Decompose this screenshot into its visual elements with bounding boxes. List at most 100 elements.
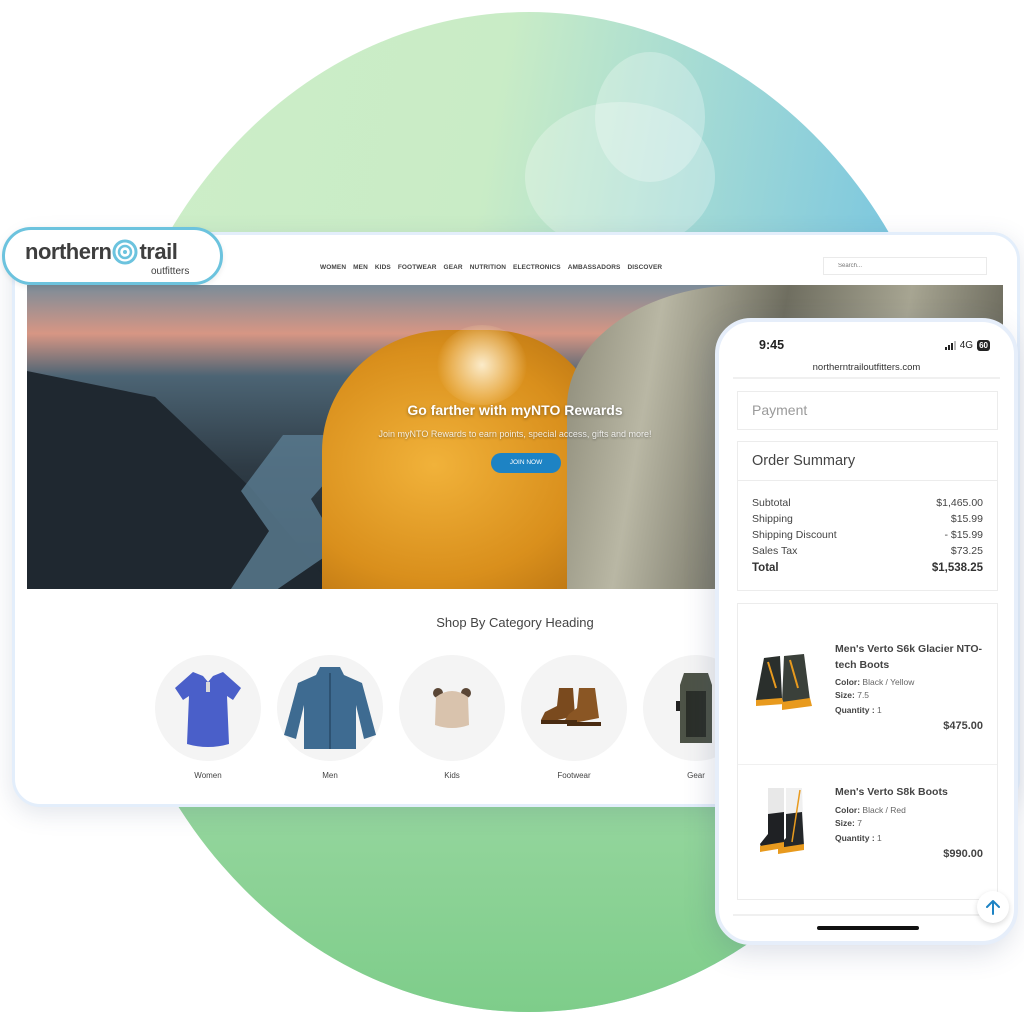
divider	[738, 480, 997, 481]
summary-row-sales-tax: Sales Tax $73.25	[752, 543, 983, 559]
summary-row-shipping: Shipping $15.99	[752, 511, 983, 527]
category-women[interactable]: Women	[155, 655, 261, 780]
summary-rows: Subtotal $1,465.00 Shipping $15.99 Shipp…	[752, 495, 983, 577]
category-image	[155, 655, 261, 761]
summary-row-shipping-discount: Shipping Discount - $15.99	[752, 527, 983, 543]
item-size-value: 7.5	[857, 690, 870, 700]
logo-text-trail: trail	[139, 239, 178, 264]
item-name: Men's Verto S6k Glacier NTO-tech Boots	[835, 643, 983, 671]
category-label: Women	[194, 771, 222, 780]
item-size-label: Size:	[835, 818, 855, 828]
nav-footwear[interactable]: FOOTWEAR	[398, 264, 437, 271]
scroll-to-top-button[interactable]	[977, 891, 1009, 923]
boot-yellow-image	[756, 654, 812, 710]
boots-icon	[541, 688, 601, 726]
item-size-label: Size:	[835, 690, 855, 700]
status-time: 9:45	[759, 338, 785, 352]
category-list: Women Men Kids Footwear Gear	[155, 655, 749, 780]
summary-row-total: Total $1,538.25	[752, 559, 983, 577]
category-label: Kids	[444, 771, 460, 780]
summary-value: $73.25	[950, 545, 983, 557]
beanie-icon	[433, 688, 471, 728]
hero-sun	[437, 325, 527, 405]
order-summary: Order Summary Subtotal $1,465.00 Shippin…	[737, 441, 998, 591]
divider	[733, 914, 1000, 916]
nav-discover[interactable]: DISCOVER	[627, 264, 662, 271]
logo-swirl-icon	[112, 239, 138, 265]
cloud-decoration	[525, 102, 715, 252]
item-color-value: Black / Red	[862, 805, 906, 815]
summary-label: Subtotal	[752, 497, 791, 509]
item-color-value: Black / Yellow	[862, 677, 915, 687]
item-size-value: 7	[857, 818, 862, 828]
category-kids[interactable]: Kids	[399, 655, 505, 780]
order-summary-title: Order Summary	[752, 453, 856, 469]
nav-men[interactable]: MEN	[353, 264, 368, 271]
main-nav: WOMEN MEN KIDS FOOTWEAR GEAR NUTRITION E…	[320, 264, 662, 271]
search-input[interactable]	[823, 257, 987, 275]
join-now-button[interactable]: JOIN NOW	[491, 453, 561, 473]
brand-logo[interactable]: northern trail outfitters	[2, 227, 223, 285]
payment-section[interactable]: Payment	[737, 391, 998, 430]
item-color-label: Color:	[835, 805, 861, 815]
payment-label: Payment	[752, 402, 808, 418]
boot-red-image	[760, 788, 804, 854]
category-label: Gear	[687, 771, 705, 780]
category-label: Footwear	[557, 771, 591, 780]
nav-electronics[interactable]: ELECTRONICS	[513, 264, 561, 271]
cart-item[interactable]: Men's Verto S8k Boots Color: Black / Red…	[738, 764, 997, 904]
item-quantity-value: 1	[877, 705, 882, 715]
category-image	[399, 655, 505, 761]
category-image	[521, 655, 627, 761]
logo-text-outfitters: outfitters	[151, 266, 190, 277]
battery-icon: 60	[977, 340, 990, 351]
cart-item[interactable]: Men's Verto S6k Glacier NTO-tech Boots C…	[738, 604, 997, 744]
category-image	[277, 655, 383, 761]
item-size: Size: 7.5	[835, 689, 869, 702]
backpack-icon	[676, 673, 712, 743]
nav-nutrition[interactable]: NUTRITION	[470, 264, 506, 271]
item-color: Color: Black / Yellow	[835, 676, 914, 689]
category-footwear[interactable]: Footwear	[521, 655, 627, 780]
summary-value: $15.99	[950, 513, 983, 525]
item-quantity-value: 1	[877, 833, 882, 843]
item-price: $990.00	[943, 848, 983, 860]
total-value: $1,538.25	[931, 562, 983, 574]
nav-kids[interactable]: KIDS	[375, 264, 391, 271]
nav-gear[interactable]: GEAR	[444, 264, 463, 271]
total-label: Total	[752, 562, 779, 574]
item-quantity: Quantity : 1	[835, 704, 882, 717]
item-quantity-label: Quantity :	[835, 833, 875, 843]
item-quantity: Quantity : 1	[835, 832, 882, 845]
logo-wordmark: northern trail	[25, 239, 178, 265]
logo-text-northern: northern	[25, 239, 112, 264]
status-indicators: 4G 60	[944, 340, 990, 351]
phone-frame: 9:45 4G 60 northerntrailoutfitters.com P…	[715, 318, 1018, 945]
summary-value: $1,465.00	[936, 497, 983, 509]
summary-label: Shipping Discount	[752, 529, 837, 541]
item-quantity-label: Quantity :	[835, 705, 875, 715]
nav-women[interactable]: WOMEN	[320, 264, 346, 271]
item-color-label: Color:	[835, 677, 861, 687]
item-size: Size: 7	[835, 817, 862, 830]
cart-items: Men's Verto S6k Glacier NTO-tech Boots C…	[737, 603, 998, 900]
category-label: Men	[322, 771, 338, 780]
arrow-up-icon	[986, 900, 1000, 915]
category-men[interactable]: Men	[277, 655, 383, 780]
url-bar[interactable]: northerntrailoutfitters.com	[719, 362, 1014, 373]
network-type: 4G	[959, 340, 974, 351]
t-shirt-icon	[175, 672, 241, 747]
item-color: Color: Black / Red	[835, 804, 906, 817]
nav-ambassadors[interactable]: AMBASSADORS	[568, 264, 621, 271]
cloud-decoration	[215, 802, 415, 922]
item-price: $475.00	[943, 720, 983, 732]
summary-row-subtotal: Subtotal $1,465.00	[752, 495, 983, 511]
item-name: Men's Verto S8k Boots	[835, 786, 948, 798]
jacket-icon	[284, 667, 376, 749]
summary-label: Sales Tax	[752, 545, 798, 557]
summary-label: Shipping	[752, 513, 793, 525]
divider	[733, 377, 1000, 379]
signal-icon	[944, 341, 956, 350]
summary-value: - $15.99	[944, 529, 983, 541]
home-indicator[interactable]	[817, 926, 919, 930]
